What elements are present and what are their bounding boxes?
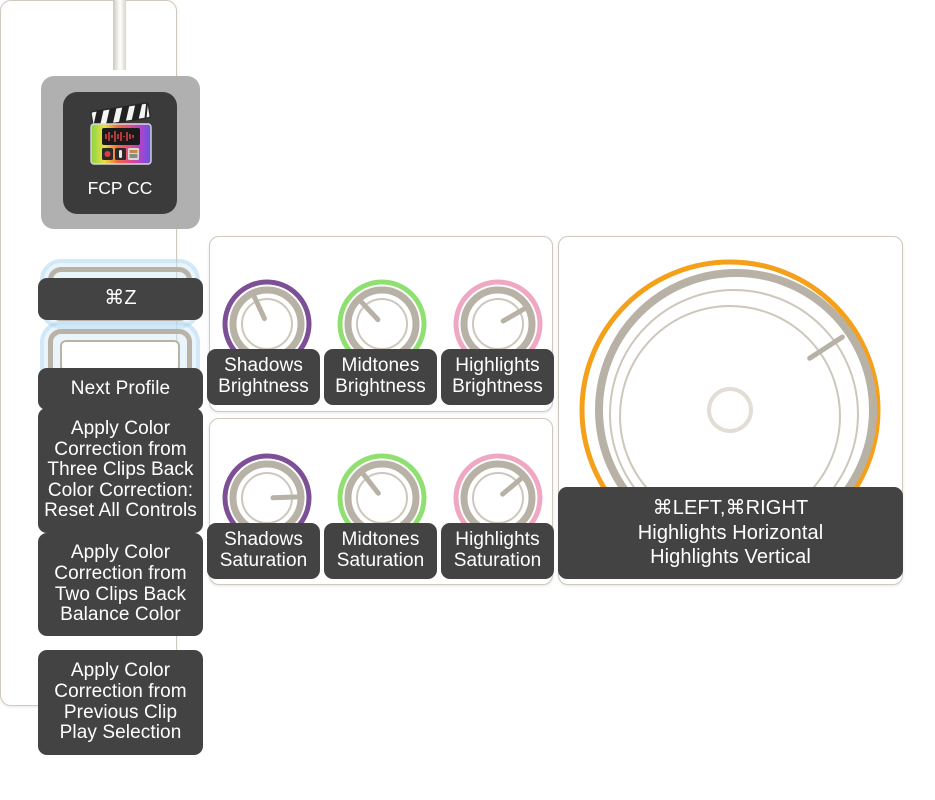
highlights-saturation-label[interactable]: Highlights Saturation xyxy=(441,523,554,579)
undo-shortcut-text: ⌘Z xyxy=(104,287,137,310)
next-profile-text: Next Profile xyxy=(70,377,171,399)
highlights-brightness-label[interactable]: Highlights Brightness xyxy=(441,349,554,405)
midtones-saturation-label[interactable]: Midtones Saturation xyxy=(324,523,437,579)
sidebar-row-two-clips-back[interactable]: Apply Color Correction from Two Clips Ba… xyxy=(38,533,203,636)
shadows-brightness-label[interactable]: Shadows Brightness xyxy=(207,349,320,405)
sidebar-row-previous-clip[interactable]: Apply Color Correction from Previous Cli… xyxy=(38,650,203,755)
undo-shortcut-label[interactable]: ⌘Z xyxy=(38,278,203,320)
next-profile-label[interactable]: Next Profile xyxy=(38,368,203,410)
midtones-brightness-label[interactable]: Midtones Brightness xyxy=(324,349,437,405)
connector-stem xyxy=(113,0,126,70)
color-wheel-label[interactable]: ⌘LEFT,⌘RIGHT Highlights Horizontal Highl… xyxy=(558,487,903,579)
sidebar-row-three-clips-back[interactable]: Apply Color Correction from Three Clips … xyxy=(38,408,203,533)
app-label: FCP CC xyxy=(87,178,153,198)
final-cut-pro-clapperboard-icon xyxy=(90,102,152,165)
shadows-saturation-label[interactable]: Shadows Saturation xyxy=(207,523,320,579)
